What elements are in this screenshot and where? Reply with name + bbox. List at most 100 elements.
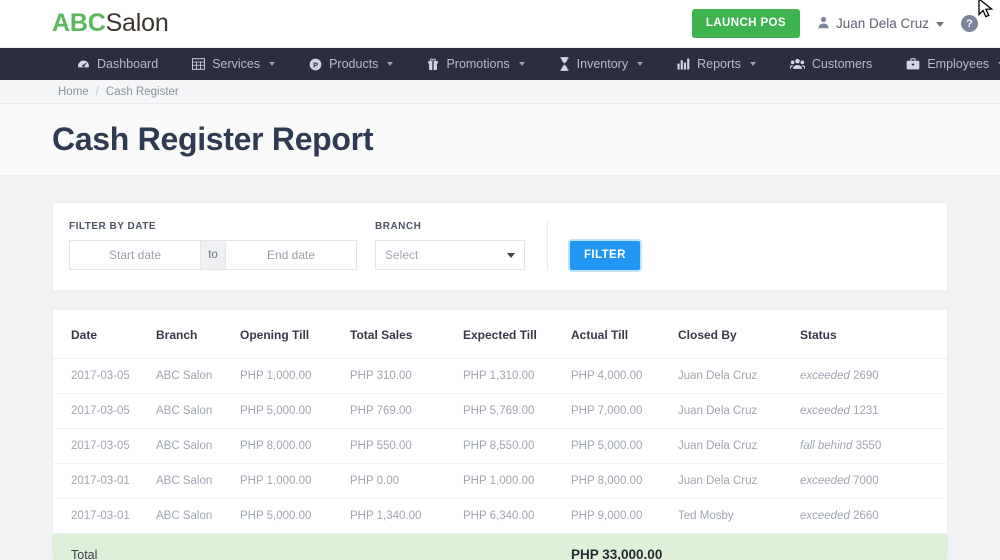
breadcrumb-home[interactable]: Home: [58, 86, 89, 98]
column-header-branch[interactable]: Branch: [156, 310, 240, 359]
header-actions: LAUNCH POS Juan Dela Cruz ?: [691, 9, 978, 38]
cell-branch: ABC Salon: [156, 498, 240, 534]
cell-expected-till: PHP 1,310.00: [463, 358, 571, 394]
column-header-expected-till[interactable]: Expected Till: [463, 310, 571, 359]
status-word: exceeded: [800, 475, 850, 487]
filter-panel: FILTER BY DATE Start date to End date BR…: [52, 202, 948, 291]
cell-expected-till: PHP 6,340.00: [463, 498, 571, 534]
nav-item-services[interactable]: Services: [175, 48, 292, 80]
table-row[interactable]: 2017-03-05 ABC Salon PHP 1,000.00 PHP 31…: [53, 358, 947, 394]
breadcrumb-separator: /: [95, 85, 99, 98]
page-content: FILTER BY DATE Start date to End date BR…: [0, 176, 1000, 560]
cell-status: exceeded 2690: [800, 358, 947, 394]
nav-item-dashboard[interactable]: Dashboard: [60, 48, 175, 80]
dashboard-gauge-icon: [77, 58, 90, 71]
cell-closed-by: Juan Dela Cruz: [678, 358, 800, 394]
cell-branch: ABC Salon: [156, 393, 240, 429]
table-row[interactable]: 2017-03-01 ABC Salon PHP 5,000.00 PHP 1,…: [53, 498, 947, 534]
logo-secondary: Salon: [105, 9, 169, 37]
total-blank-sales: [350, 533, 463, 560]
mouse-cursor: [978, 0, 996, 22]
cell-actual-till: PHP 8,000.00: [571, 463, 678, 499]
nav-item-inventory[interactable]: Inventory: [542, 48, 660, 80]
cell-expected-till: PHP 5,769.00: [463, 393, 571, 429]
cell-total-sales: PHP 550.00: [350, 428, 463, 464]
user-menu[interactable]: Juan Dela Cruz: [817, 16, 944, 32]
column-header-date[interactable]: Date: [53, 310, 156, 359]
status-word: exceeded: [800, 370, 850, 382]
status-word: exceeded: [800, 510, 850, 522]
app-logo[interactable]: ABCSalon: [52, 9, 169, 38]
cell-opening-till: PHP 1,000.00: [240, 358, 350, 394]
end-date-input[interactable]: End date: [226, 240, 357, 270]
column-header-closed-by[interactable]: Closed By: [678, 310, 800, 359]
total-blank-status: [800, 533, 947, 560]
cell-closed-by: Ted Mosby: [678, 498, 800, 534]
launch-pos-button[interactable]: LAUNCH POS: [691, 9, 800, 38]
briefcase-icon: [906, 58, 920, 70]
chevron-down-icon: [387, 62, 394, 66]
chevron-down-icon: [269, 62, 276, 66]
date-range-inputs: Start date to End date: [69, 240, 357, 270]
chevron-down-icon: [518, 62, 525, 66]
status-amount: 3550: [855, 440, 882, 452]
nav-label: Services: [212, 57, 261, 71]
nav-item-employees[interactable]: Employees: [889, 48, 1000, 80]
nav-item-products[interactable]: P Products: [292, 48, 410, 80]
nav-label: Promotions: [446, 57, 510, 71]
cell-opening-till: PHP 5,000.00: [240, 393, 350, 429]
status-amount: 1231: [853, 405, 879, 417]
help-icon[interactable]: ?: [961, 15, 978, 32]
total-label: Total: [53, 533, 156, 560]
status-amount: 2660: [853, 510, 879, 522]
cell-total-sales: PHP 0.00: [350, 463, 463, 499]
cell-branch: ABC Salon: [156, 428, 240, 464]
column-header-total-sales[interactable]: Total Sales: [350, 310, 463, 359]
filter-by-date-group: FILTER BY DATE Start date to End date: [69, 221, 357, 270]
table-row[interactable]: 2017-03-05 ABC Salon PHP 8,000.00 PHP 55…: [53, 428, 947, 464]
total-blank-expected: [463, 533, 571, 560]
status-word: fall behind: [800, 440, 853, 452]
nav-label: Employees: [927, 57, 990, 71]
cell-actual-till: PHP 7,000.00: [571, 393, 678, 429]
table-row[interactable]: 2017-03-01 ABC Salon PHP 1,000.00 PHP 0.…: [53, 463, 947, 499]
user-icon: [817, 16, 830, 32]
start-date-input[interactable]: Start date: [69, 240, 200, 270]
cell-status: fall behind 3550: [800, 428, 947, 464]
total-actual-till: PHP 33,000.00: [571, 533, 678, 560]
total-blank-branch: [156, 533, 240, 560]
total-blank-opening: [240, 533, 350, 560]
table-header-row: Date Branch Opening Till Total Sales Exp…: [53, 310, 947, 359]
filter-button[interactable]: FILTER: [570, 240, 640, 270]
filter-divider: [547, 221, 548, 270]
nav-item-customers[interactable]: Customers: [773, 48, 889, 80]
branch-select[interactable]: Select: [375, 240, 525, 270]
cell-actual-till: PHP 5,000.00: [571, 428, 678, 464]
cell-total-sales: PHP 310.00: [350, 358, 463, 394]
cell-branch: ABC Salon: [156, 463, 240, 499]
table-row[interactable]: 2017-03-05 ABC Salon PHP 5,000.00 PHP 76…: [53, 393, 947, 429]
branch-label: BRANCH: [375, 221, 422, 232]
column-header-actual-till[interactable]: Actual Till: [571, 310, 678, 359]
cell-status: exceeded 7000: [800, 463, 947, 499]
nav-label: Reports: [697, 57, 741, 71]
breadcrumb-current: Cash Register: [105, 85, 179, 98]
nav-label: Products: [329, 57, 379, 71]
nav-item-promotions[interactable]: Promotions: [410, 48, 541, 80]
column-header-status[interactable]: Status: [800, 310, 947, 359]
cell-date: 2017-03-01: [53, 498, 156, 534]
cell-closed-by: Juan Dela Cruz: [678, 393, 800, 429]
nav-item-reports[interactable]: Reports: [660, 48, 773, 80]
app-page: ABCSalon LAUNCH POS Juan Dela Cruz ? Das…: [0, 0, 1000, 560]
cell-total-sales: PHP 1,340.00: [350, 498, 463, 534]
gift-box-icon: [427, 58, 439, 71]
chevron-down-icon: [637, 62, 644, 66]
nav-label: Dashboard: [97, 57, 159, 71]
chevron-down-icon: [507, 252, 515, 258]
status-word: exceeded: [800, 405, 850, 417]
branch-select-value: Select: [385, 248, 419, 262]
status-amount: 7000: [853, 475, 879, 487]
user-name-label: Juan Dela Cruz: [835, 16, 929, 31]
filter-by-date-label: FILTER BY DATE: [69, 221, 156, 232]
column-header-opening-till[interactable]: Opening Till: [240, 310, 350, 359]
